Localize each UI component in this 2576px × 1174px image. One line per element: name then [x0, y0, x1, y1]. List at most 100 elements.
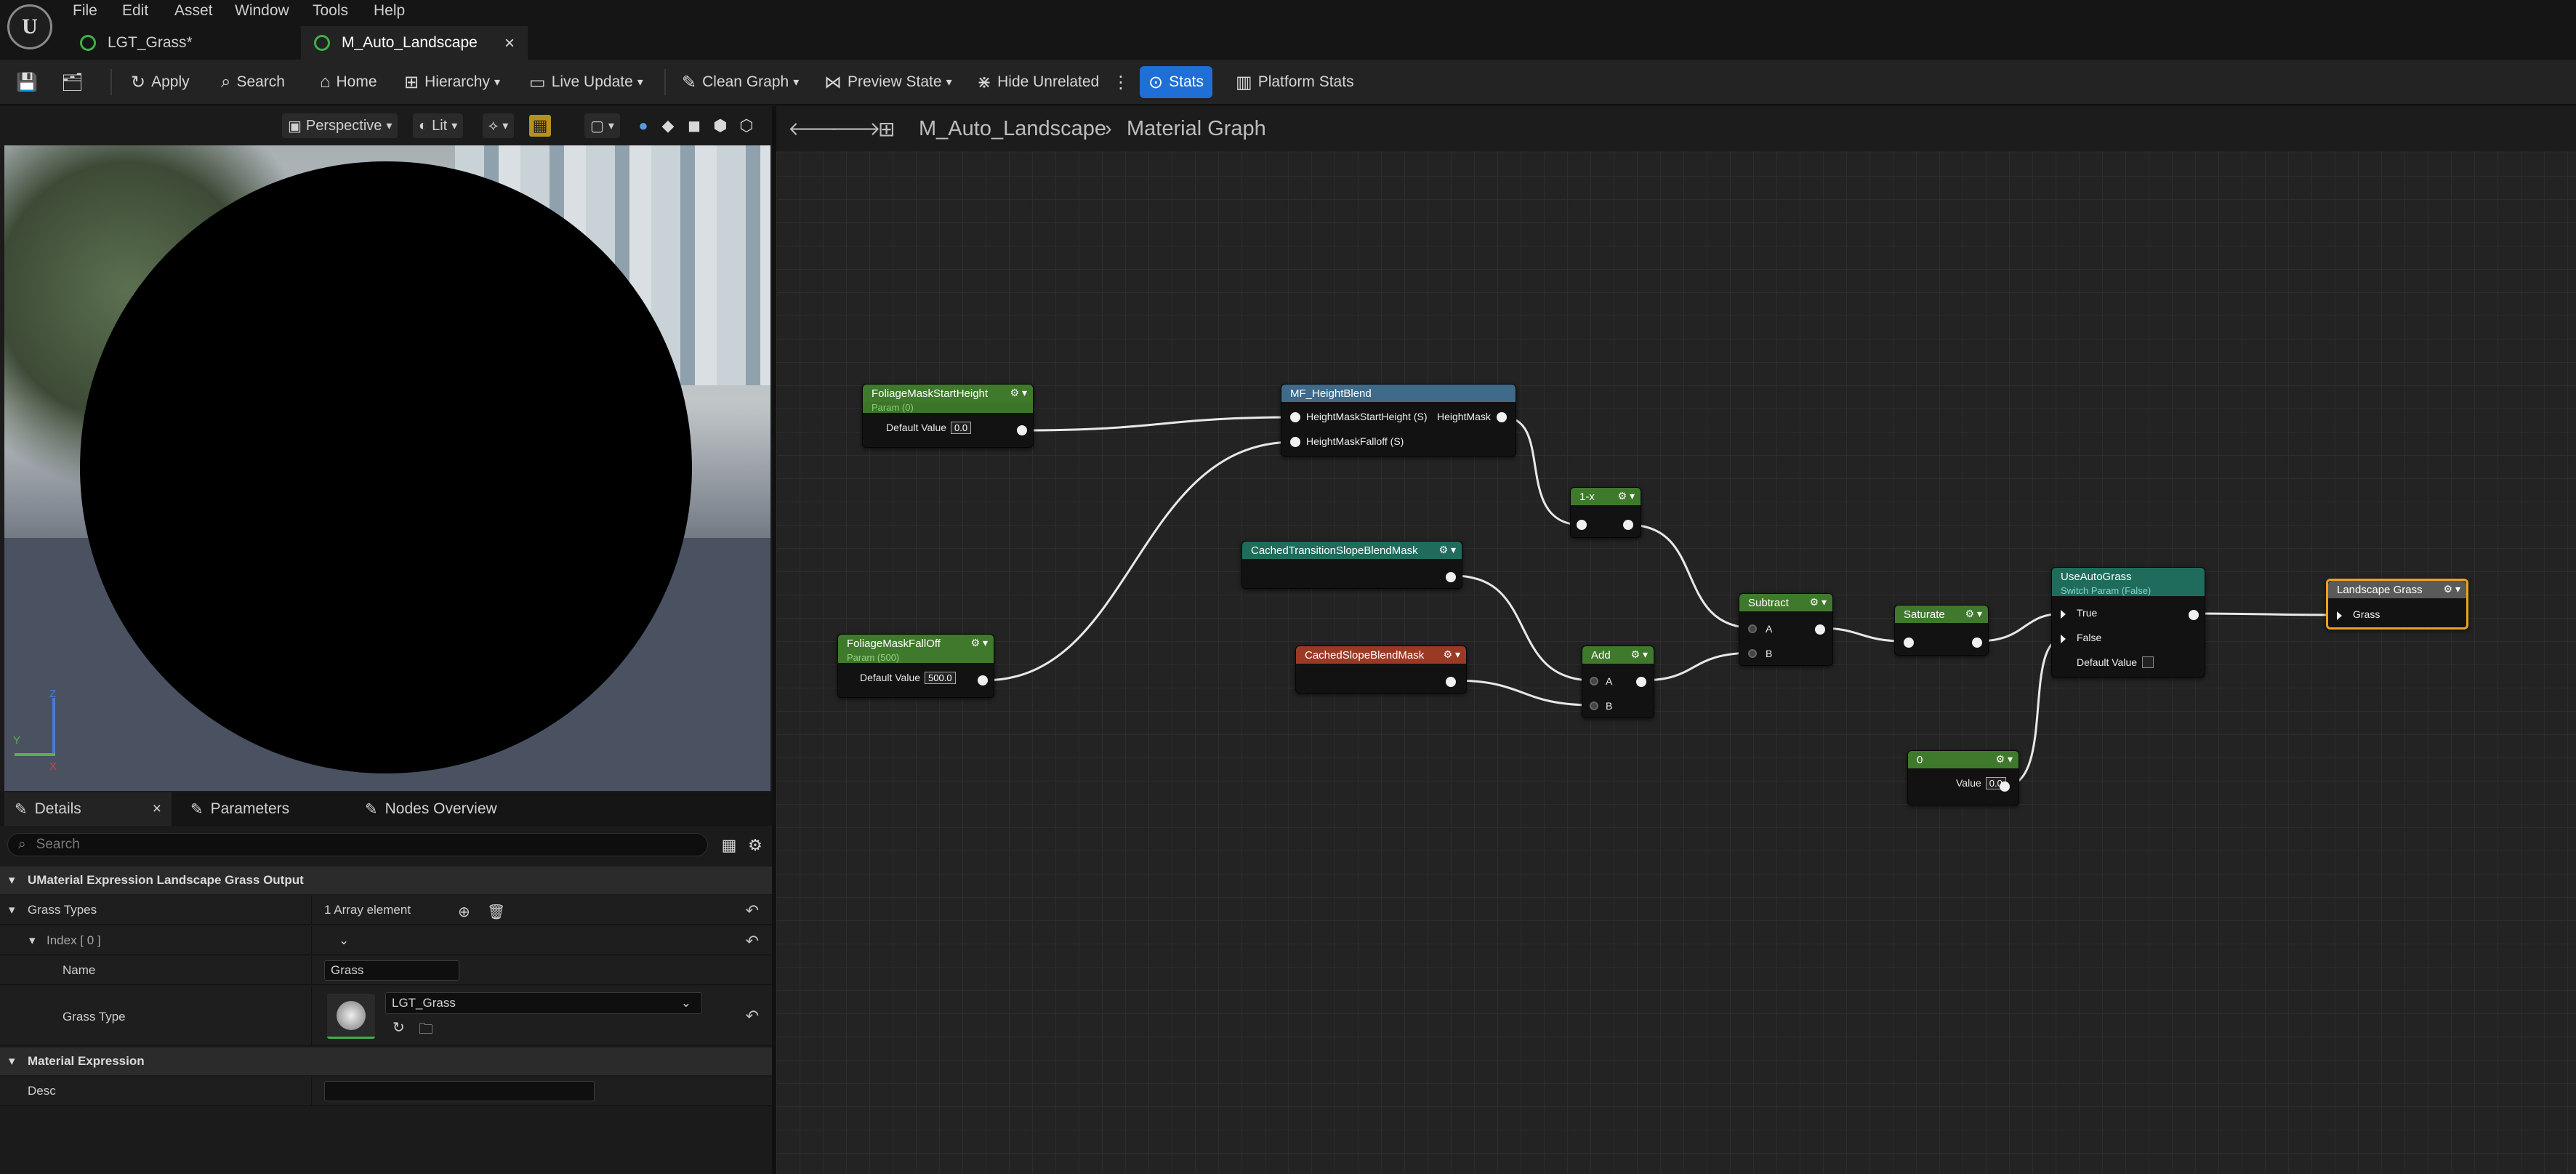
- tab-lgt-grass[interactable]: LGT_Grass*: [67, 26, 299, 60]
- more-options-icon[interactable]: ⋮: [1112, 60, 1135, 105]
- node-saturate[interactable]: Saturate ⚙ ▾: [1894, 605, 1989, 656]
- index-dropdown-chevron-icon[interactable]: ⌄: [339, 933, 349, 948]
- input-pin[interactable]: [1904, 638, 1914, 648]
- output-pin[interactable]: [1446, 572, 1456, 582]
- input-pin-true[interactable]: [2061, 610, 2066, 619]
- input-pin-grass[interactable]: [2337, 611, 2342, 620]
- graph-hierarchy-icon[interactable]: ⊞: [878, 106, 895, 151]
- output-pin[interactable]: [978, 675, 988, 685]
- platform-stats-button[interactable]: ▥ Platform Stats: [1236, 60, 1354, 105]
- input-pin-falloff[interactable]: [1290, 437, 1300, 447]
- lit-dropdown[interactable]: ◐ Lit ▾: [413, 113, 464, 138]
- input-pin-a[interactable]: [1748, 624, 1757, 633]
- output-pin[interactable]: [1446, 677, 1456, 687]
- output-pin[interactable]: [1636, 677, 1646, 687]
- add-element-icon[interactable]: ⊕: [458, 903, 470, 921]
- node-options-icon[interactable]: ⚙ ▾: [1965, 608, 1982, 620]
- tab-details[interactable]: ✎ Details ×: [4, 792, 172, 826]
- details-search-input[interactable]: ⌕ Search: [7, 833, 708, 856]
- menu-window[interactable]: Window: [235, 0, 289, 22]
- forward-arrow-icon[interactable]: 🡒: [830, 106, 881, 151]
- cylinder-preview-icon[interactable]: ◆: [657, 115, 679, 137]
- node-cached-transition-slope-blend-mask[interactable]: CachedTransitionSlopeBlendMask ⚙ ▾: [1241, 541, 1462, 589]
- chevron-down-icon[interactable]: ▾: [9, 903, 15, 917]
- tab-m-auto-landscape[interactable]: M_Auto_Landscape ×: [301, 26, 528, 60]
- show-flags-dropdown[interactable]: ⟡ ▾: [483, 113, 515, 138]
- output-pin[interactable]: [1623, 520, 1633, 530]
- settings-gear-icon[interactable]: ⚙: [744, 835, 766, 856]
- section-header-grass-output[interactable]: ▾ UMaterial Expression Landscape Grass Ou…: [0, 867, 772, 894]
- menu-asset[interactable]: Asset: [174, 0, 213, 22]
- default-value-input[interactable]: 500.0: [925, 672, 956, 684]
- menu-file[interactable]: File: [73, 0, 97, 22]
- chevron-down-icon[interactable]: ▾: [29, 933, 36, 948]
- live-update-button[interactable]: ▭ Live Update ▾: [529, 60, 643, 105]
- apply-button[interactable]: ↻ Apply: [131, 60, 190, 105]
- node-add[interactable]: Add ⚙ ▾ A B: [1582, 646, 1654, 718]
- preview-mesh-dropdown[interactable]: ▢ ▾: [584, 113, 620, 138]
- input-pin-b[interactable]: [1590, 701, 1598, 710]
- name-field[interactable]: Grass: [324, 960, 459, 981]
- output-pin[interactable]: [2000, 781, 2010, 792]
- section-header-material-expression[interactable]: ▾ Material Expression: [0, 1048, 772, 1075]
- menu-help[interactable]: Help: [374, 0, 405, 22]
- node-landscape-grass-output[interactable]: Landscape Grass ⚙ ▾ Grass: [2326, 579, 2468, 630]
- table-view-icon[interactable]: ▦: [718, 835, 740, 856]
- hierarchy-button[interactable]: ⊞ Hierarchy ▾: [404, 60, 500, 105]
- node-foliage-mask-start-height[interactable]: FoliageMaskStartHeight ⚙ ▾ Param (0) Defa…: [862, 384, 1034, 448]
- browse-icon[interactable]: 🗂: [61, 60, 89, 105]
- reset-icon[interactable]: ↶: [746, 932, 759, 951]
- node-cached-slope-blend-mask[interactable]: CachedSlopeBlendMask ⚙ ▾: [1295, 646, 1467, 693]
- node-options-icon[interactable]: ⚙ ▾: [1439, 544, 1456, 556]
- home-button[interactable]: ⌂ Home: [320, 60, 377, 105]
- node-subtract[interactable]: Subtract ⚙ ▾ A B: [1739, 593, 1833, 666]
- node-options-icon[interactable]: ⚙ ▾: [1444, 648, 1460, 661]
- clean-graph-button[interactable]: ✎ Clean Graph ▾: [682, 60, 799, 105]
- input-pin-false[interactable]: [2061, 635, 2066, 643]
- breadcrumb-root[interactable]: M_Auto_Landscape: [919, 106, 1106, 151]
- search-button[interactable]: ⌕ Search: [221, 60, 285, 105]
- menu-edit[interactable]: Edit: [122, 0, 148, 22]
- grass-type-thumbnail[interactable]: [327, 994, 375, 1039]
- node-options-icon[interactable]: ⚙ ▾: [1996, 753, 2013, 765]
- stats-button[interactable]: ⊙ Stats: [1140, 66, 1212, 98]
- close-icon[interactable]: ×: [504, 33, 515, 54]
- output-pin[interactable]: [1972, 638, 1982, 648]
- desc-field[interactable]: [324, 1081, 595, 1101]
- node-foliage-mask-falloff[interactable]: FoliageMaskFallOff ⚙ ▾ Param (500) Defaul…: [837, 634, 994, 698]
- reset-icon[interactable]: ↶: [746, 1007, 759, 1026]
- node-options-icon[interactable]: ⚙ ▾: [1631, 648, 1648, 661]
- input-pin-start-height[interactable]: [1290, 412, 1300, 422]
- save-icon[interactable]: 💾: [16, 60, 44, 105]
- output-pin[interactable]: [1815, 624, 1825, 635]
- menu-tools[interactable]: Tools: [313, 0, 348, 22]
- node-use-auto-grass[interactable]: UseAutoGrass Switch Param (False) True F…: [2051, 567, 2205, 678]
- node-mf-height-blend[interactable]: MF_HeightBlend HeightMaskStartHeight (S)…: [1281, 384, 1516, 457]
- input-pin[interactable]: [1577, 520, 1587, 530]
- input-pin-b[interactable]: [1748, 649, 1757, 658]
- sphere-preview-icon[interactable]: ●: [632, 115, 654, 137]
- default-value-input[interactable]: 0.0: [951, 422, 972, 434]
- output-pin[interactable]: [1017, 425, 1027, 435]
- preview-state-button[interactable]: ⋈ Preview State ▾: [824, 60, 952, 105]
- breadcrumb-child[interactable]: Material Graph: [1127, 106, 1266, 151]
- node-one-minus[interactable]: 1-x ⚙ ▾: [1570, 487, 1641, 538]
- use-selected-icon[interactable]: ↻: [393, 1018, 405, 1037]
- cube-preview-icon[interactable]: ⬢: [709, 115, 731, 137]
- realtime-toggle-icon[interactable]: ▦: [529, 115, 551, 137]
- unreal-logo-icon[interactable]: U: [7, 4, 52, 49]
- node-options-icon[interactable]: ⚙ ▾: [1810, 596, 1827, 608]
- node-options-icon[interactable]: ⚙ ▾: [1010, 387, 1027, 399]
- default-value-checkbox[interactable]: [2142, 656, 2154, 668]
- output-pin-heightmask[interactable]: [1497, 412, 1507, 422]
- tab-parameters[interactable]: ✎ Parameters: [180, 792, 299, 826]
- browse-folder-icon[interactable]: 🗀: [419, 1018, 433, 1043]
- hide-unrelated-button[interactable]: ⋇ Hide Unrelated: [977, 60, 1099, 105]
- output-pin[interactable]: [2189, 610, 2199, 620]
- tab-nodes-overview[interactable]: ✎ Nodes Overview: [355, 792, 507, 826]
- node-options-icon[interactable]: ⚙ ▾: [1618, 490, 1635, 502]
- material-preview-viewport[interactable]: Z Y X: [4, 145, 770, 791]
- reset-icon[interactable]: ↶: [746, 901, 759, 920]
- custom-mesh-icon[interactable]: ⬡: [736, 115, 757, 137]
- trash-icon[interactable]: 🗑: [487, 903, 505, 921]
